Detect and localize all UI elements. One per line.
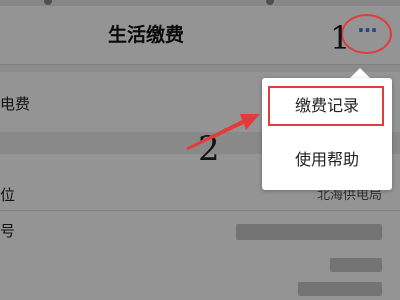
step-number-1: 1 — [330, 19, 351, 57]
popup-menu: 缴费记录 使用帮助 — [262, 78, 392, 190]
menu-item-help[interactable]: 使用帮助 — [262, 136, 392, 184]
highlight-box — [268, 86, 384, 126]
popup-pointer — [350, 68, 370, 78]
menu-item-label: 使用帮助 — [294, 150, 359, 169]
annotation-arrow-icon — [186, 114, 260, 150]
